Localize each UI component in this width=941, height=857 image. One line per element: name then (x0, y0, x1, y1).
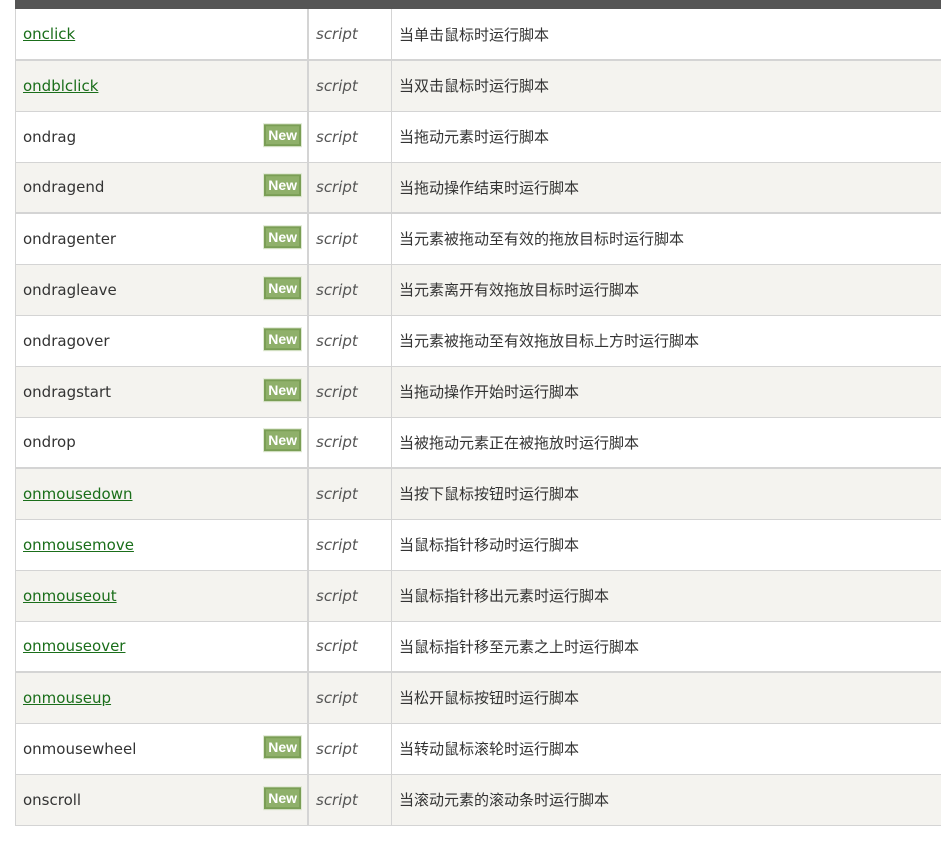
table-row: ondragstart New script 当拖动操作开始时运行脚本 (15, 366, 941, 418)
attribute-link-onmouseup[interactable]: onmouseup (23, 689, 111, 707)
attribute-cell: ondragenter New (15, 213, 308, 265)
description-cell: 当双击鼠标时运行脚本 (391, 60, 941, 112)
table-header-bar (15, 0, 941, 9)
new-badge: New (263, 122, 302, 147)
value-cell: script (307, 9, 392, 61)
table-row: onmouseover script 当鼠标指针移至元素之上时运行脚本 (15, 621, 941, 673)
attribute-cell: ondblclick (15, 60, 308, 112)
attribute-name-ondrag: ondrag (23, 127, 77, 146)
attribute-link-onmouseover[interactable]: onmouseover (23, 637, 125, 655)
attribute-link-onmouseout[interactable]: onmouseout (23, 587, 117, 605)
attribute-cell: onmouseup (15, 672, 308, 724)
value-cell: script (307, 519, 392, 571)
table-row: onmouseup script 当松开鼠标按钮时运行脚本 (15, 672, 941, 724)
value-cell: script (307, 315, 392, 367)
table-row: onclick script 当单击鼠标时运行脚本 (15, 9, 941, 61)
table-row: onmousedown script 当按下鼠标按钮时运行脚本 (15, 468, 941, 520)
attribute-cell: onmousewheel New (15, 723, 308, 775)
attribute-cell: ondragend New (15, 162, 308, 214)
table-row: ondragend New script 当拖动操作结束时运行脚本 (15, 162, 941, 214)
description-cell: 当滚动元素的滚动条时运行脚本 (391, 774, 941, 826)
attribute-name-ondragend: ondragend (23, 178, 105, 197)
new-badge: New (263, 275, 302, 300)
value-cell: script (307, 162, 392, 214)
description-cell: 当元素被拖动至有效拖放目标上方时运行脚本 (391, 315, 941, 367)
attribute-cell: ondragleave New (15, 264, 308, 316)
attribute-name-ondragleave: ondragleave (23, 280, 117, 299)
value-cell: script (307, 774, 392, 826)
events-table: onclick script 当单击鼠标时运行脚本 ondblclick script 当… (15, 9, 941, 826)
description-cell: 当转动鼠标滚轮时运行脚本 (391, 723, 941, 775)
attribute-link-onclick[interactable]: onclick (23, 25, 75, 43)
attribute-link-onmousemove[interactable]: onmousemove (23, 536, 134, 554)
attribute-cell: onmousemove (15, 519, 308, 571)
attribute-link-onmousedown[interactable]: onmousedown (23, 485, 133, 503)
attribute-cell: onscroll New (15, 774, 308, 826)
value-cell: script (307, 468, 392, 520)
table-row: onmousewheel New script 当转动鼠标滚轮时运行脚本 (15, 723, 941, 775)
new-badge: New (263, 428, 302, 453)
description-cell: 当元素离开有效拖放目标时运行脚本 (391, 264, 941, 316)
description-cell: 当鼠标指针移出元素时运行脚本 (391, 570, 941, 622)
new-badge: New (263, 785, 302, 810)
value-cell: script (307, 570, 392, 622)
value-cell: script (307, 264, 392, 316)
new-badge: New (263, 734, 302, 759)
table-row: ondragenter New script 当元素被拖动至有效的拖放目标时运行脚本 (15, 213, 941, 265)
new-badge: New (263, 326, 302, 351)
attribute-name-ondragstart: ondragstart (23, 382, 112, 401)
value-cell: script (307, 723, 392, 775)
description-cell: 当元素被拖动至有效的拖放目标时运行脚本 (391, 213, 941, 265)
attribute-name-ondragenter: ondragenter (23, 229, 117, 248)
attribute-cell: ondrag New (15, 111, 308, 163)
description-cell: 当拖动元素时运行脚本 (391, 111, 941, 163)
attribute-name-ondrop: ondrop (23, 433, 76, 452)
value-cell: script (307, 111, 392, 163)
attribute-cell: ondrop New (15, 417, 308, 469)
events-table-container: onclick script 当单击鼠标时运行脚本 ondblclick script 当… (15, 0, 941, 826)
description-cell: 当拖动操作开始时运行脚本 (391, 366, 941, 418)
new-badge: New (263, 377, 302, 402)
events-table-body: onclick script 当单击鼠标时运行脚本 ondblclick script 当… (15, 9, 941, 826)
table-row: ondragleave New script 当元素离开有效拖放目标时运行脚本 (15, 264, 941, 316)
description-cell: 当鼠标指针移至元素之上时运行脚本 (391, 621, 941, 673)
attribute-cell: onmouseout (15, 570, 308, 622)
attribute-name-ondragover: ondragover (23, 331, 110, 350)
attribute-cell: ondragstart New (15, 366, 308, 418)
description-cell: 当被拖动元素正在被拖放时运行脚本 (391, 417, 941, 469)
table-row: ondragover New script 当元素被拖动至有效拖放目标上方时运行脚本 (15, 315, 941, 367)
value-cell: script (307, 60, 392, 112)
new-badge: New (263, 224, 302, 249)
attribute-cell: onmouseover (15, 621, 308, 673)
description-cell: 当按下鼠标按钮时运行脚本 (391, 468, 941, 520)
table-row: ondrag New script 当拖动元素时运行脚本 (15, 111, 941, 163)
table-row: onmousemove script 当鼠标指针移动时运行脚本 (15, 519, 941, 571)
new-badge: New (263, 173, 302, 198)
attribute-link-ondblclick[interactable]: ondblclick (23, 77, 98, 95)
value-cell: script (307, 213, 392, 265)
description-cell: 当松开鼠标按钮时运行脚本 (391, 672, 941, 724)
value-cell: script (307, 417, 392, 469)
description-cell: 当拖动操作结束时运行脚本 (391, 162, 941, 214)
description-cell: 当单击鼠标时运行脚本 (391, 9, 941, 61)
attribute-name-onscroll: onscroll (23, 790, 82, 809)
table-row: onmouseout script 当鼠标指针移出元素时运行脚本 (15, 570, 941, 622)
value-cell: script (307, 366, 392, 418)
value-cell: script (307, 621, 392, 673)
attribute-cell: onclick (15, 9, 308, 61)
table-row: ondrop New script 当被拖动元素正在被拖放时运行脚本 (15, 417, 941, 469)
table-row: ondblclick script 当双击鼠标时运行脚本 (15, 60, 941, 112)
attribute-name-onmousewheel: onmousewheel (23, 739, 137, 758)
value-cell: script (307, 672, 392, 724)
table-row: onscroll New script 当滚动元素的滚动条时运行脚本 (15, 774, 941, 826)
attribute-cell: onmousedown (15, 468, 308, 520)
description-cell: 当鼠标指针移动时运行脚本 (391, 519, 941, 571)
attribute-cell: ondragover New (15, 315, 308, 367)
